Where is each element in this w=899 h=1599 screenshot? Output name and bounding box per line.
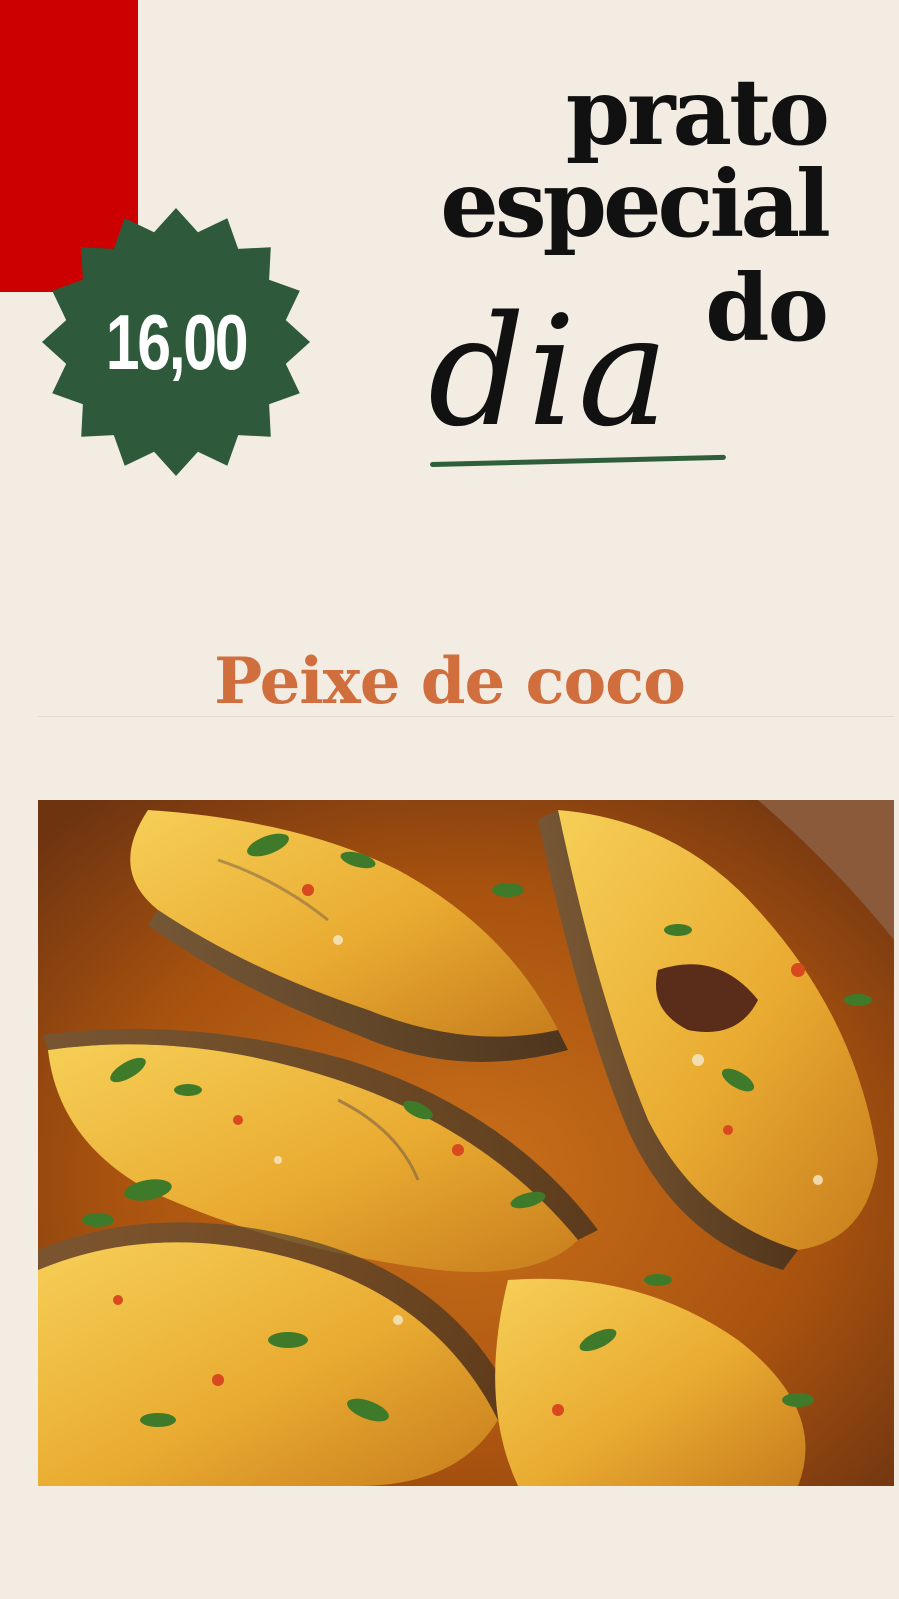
price-badge: 16,00 [40, 206, 312, 478]
dish-photo [38, 800, 894, 1486]
divider-line [38, 716, 894, 717]
title-prato: prato [565, 58, 830, 166]
title-dia: dia [428, 283, 671, 460]
title-do: do [705, 254, 829, 362]
fish-dish-image [38, 800, 894, 1486]
dish-name: Peixe de coco [214, 644, 686, 719]
price-value: 16,00 [105, 297, 249, 386]
title-especial: especial [440, 150, 831, 258]
